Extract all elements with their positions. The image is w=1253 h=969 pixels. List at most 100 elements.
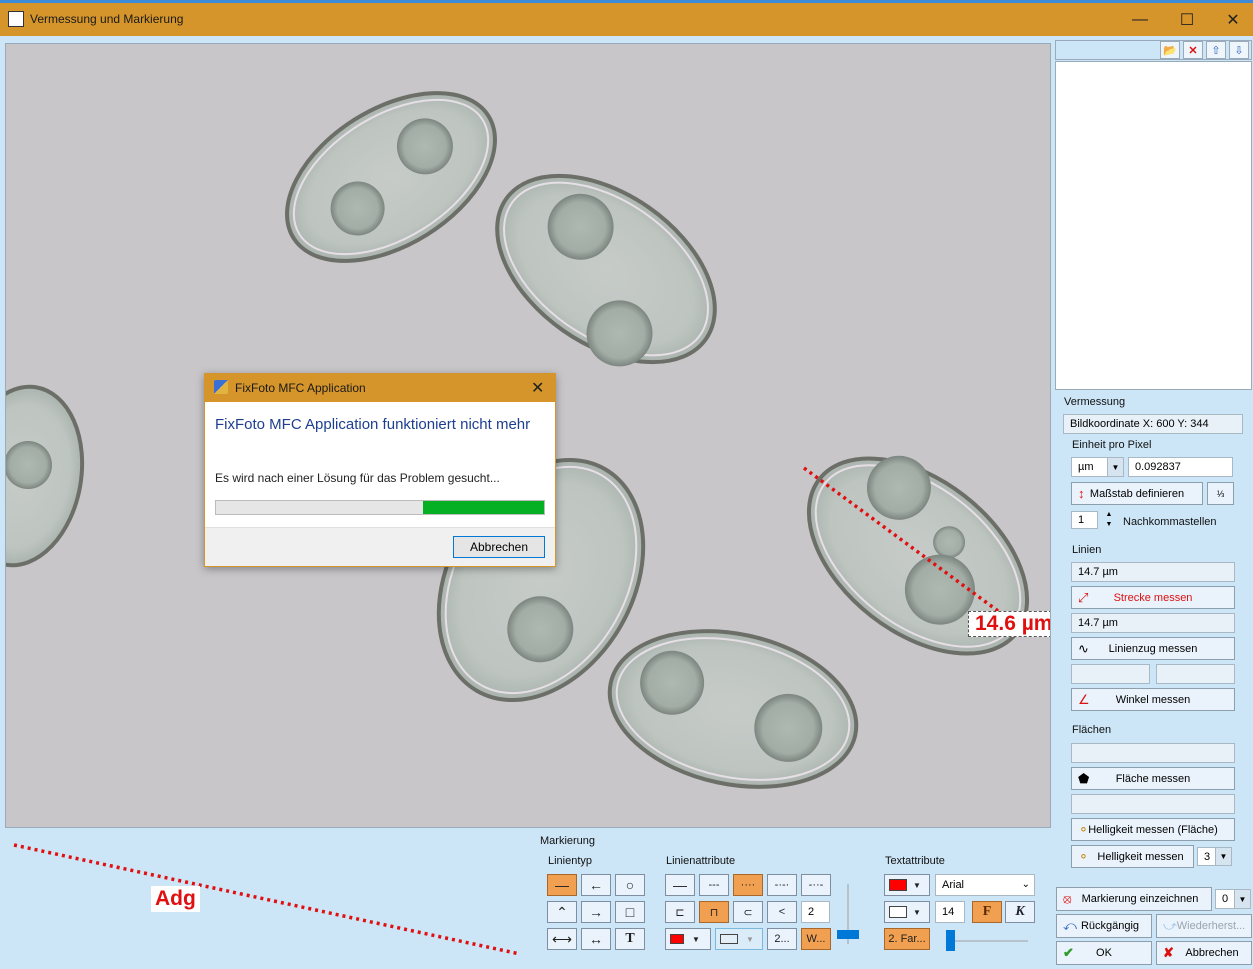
linien-section-label: Linien [1072,544,1102,556]
decimals-spinner[interactable]: ▲ ▼ [1103,510,1115,530]
measure-angle-button[interactable]: ∠ Winkel messen [1071,688,1235,711]
cross-icon: ✘ [1163,945,1174,960]
chevron-down-icon: ▼ [1107,458,1123,476]
text-slider-thumb[interactable] [946,930,955,951]
app-icon [8,11,24,27]
polyline-icon: ∿ [1078,641,1089,656]
line-tool-icon[interactable]: — [547,874,577,896]
window-title: Vermessung und Markierung [30,12,184,26]
solid-line-icon[interactable]: — [665,874,695,896]
define-scale-button[interactable]: ↕ Maßstab definieren [1071,482,1203,505]
error-dialog: FixFoto MFC Application ✕ FixFoto MFC Ap… [204,373,556,567]
line-color-picker[interactable]: ▼ [665,928,711,950]
polygon-icon: ⬟ [1078,771,1090,786]
title-bar: Vermessung und Markierung — ☐ ✕ [0,0,1253,36]
cap-flat-icon[interactable]: ⊏ [665,901,695,923]
bold-button[interactable]: F [972,901,1002,923]
redo-icon: ⤻ [1163,918,1177,933]
cap-round-icon[interactable]: ⊂ [733,901,763,923]
scale-icon: ↕ [1078,486,1085,501]
arrow-left-icon[interactable]: ← [581,874,611,896]
marking-mode-select[interactable]: 0 ▼ [1215,889,1251,909]
ok-button[interactable]: ✔ OK [1056,941,1152,965]
angle-readout-1 [1071,664,1150,684]
no-entry-icon: ⦻ [1063,891,1072,906]
dialog-cancel-button[interactable]: Abbrechen [453,536,545,558]
measure-brightness-area-button[interactable]: ⚬ Helligkeit messen (Fläche) [1071,818,1235,841]
maximize-button[interactable]: ☐ [1164,3,1210,36]
decimals-input[interactable]: 1 [1071,511,1098,529]
measure-area-button[interactable]: ⬟ Fläche messen [1071,767,1235,790]
width-button[interactable]: W... [801,928,831,950]
unit-select[interactable]: µm ▼ [1071,457,1124,477]
fill-color-picker[interactable]: ▼ [715,928,763,950]
close-button[interactable]: ✕ [1210,3,1253,36]
text-slider-track[interactable] [950,940,1028,942]
flaechen-section-label: Flächen [1072,724,1112,736]
brightness-size-select[interactable]: 3 ▼ [1197,847,1232,866]
measure-polyline-button[interactable]: ∿ Linienzug messen [1071,637,1235,660]
decimals-label: Nachkommastellen [1123,516,1217,528]
scale-settings-icon[interactable]: ⅓ [1207,482,1234,505]
area-readout [1071,743,1235,763]
font-size-input[interactable]: 14 [935,901,965,923]
dimension-line-icon[interactable]: ⟷ [547,928,577,950]
markierung-section-label: Markierung [540,835,596,847]
chevron-down-icon: ⌄ [1021,879,1030,890]
angle-icon: ∠ [1078,692,1090,707]
font-select[interactable]: Arial ⌄ [935,874,1035,896]
lineattr-label: Linienattribute [666,855,736,867]
chevron-down-icon: ▼ [913,880,921,890]
measure-line-button[interactable]: ⤢ Strecke messen [1071,586,1235,609]
vermessung-section-label: Vermessung [1064,396,1126,408]
polyline-length-readout: 14.7 µm [1071,613,1235,633]
undo-button[interactable]: ⤺ Rückgängig [1056,914,1152,938]
dashdotdot-line-icon[interactable]: -··- [801,874,831,896]
angle-tool-icon[interactable]: ⌃ [547,901,577,923]
app-icon [214,380,228,394]
rectangle-tool-icon[interactable]: □ [615,901,645,923]
folder-open-icon[interactable]: 📂 [1160,41,1180,59]
italic-button[interactable]: K [1005,901,1035,923]
annotation-label[interactable]: Adg [151,886,200,912]
redo-button[interactable]: ⤻ Wiederherst... [1156,914,1252,938]
dialog-close-button[interactable]: ✕ [531,378,544,398]
move-down-icon[interactable]: ⇩ [1229,41,1249,59]
draw-marking-button[interactable]: ⦻ Markierung einzeichnen [1056,887,1212,911]
arrow-right-icon[interactable]: → [581,901,611,923]
chevron-down-icon: ▼ [913,907,921,917]
line-width-input[interactable]: 2 [801,901,830,923]
chevron-down-icon: ▼ [692,934,700,944]
second-color-text-button[interactable]: 2. Far... [884,928,930,950]
dialog-title: FixFoto MFC Application [235,381,366,395]
delete-icon[interactable]: ✕ [1183,41,1203,59]
dashed-line-icon[interactable]: --- [699,874,729,896]
double-arrow-icon[interactable]: ↔ [581,928,611,950]
circle-tool-icon[interactable]: ○ [615,874,645,896]
unit-value-input[interactable]: 0.092837 [1128,457,1233,477]
lightbulb-icon: ⚬ [1078,822,1089,837]
annotation-overlay [13,843,521,956]
cap-arrow-icon[interactable]: < [767,901,797,923]
dashdot-line-icon[interactable]: -·-· [767,874,797,896]
chevron-down-icon: ▼ [746,934,754,944]
dialog-message: Es wird nach einer Lösung für das Proble… [215,471,500,485]
marker-list[interactable] [1055,61,1252,390]
text-bg-color-picker[interactable]: ▼ [884,901,930,923]
cap-square-icon[interactable]: ⊓ [699,901,729,923]
angle-readout-2 [1156,664,1235,684]
text-tool-icon[interactable]: T [615,928,645,950]
measurement-label[interactable]: 14.6 µm [968,611,1050,637]
move-up-icon[interactable]: ⇧ [1206,41,1226,59]
minimize-button[interactable]: — [1117,3,1163,36]
unit-label: Einheit pro Pixel [1072,439,1152,451]
second-color-button[interactable]: 2... [767,928,797,950]
text-color-picker[interactable]: ▼ [884,874,930,896]
opacity-slider-thumb[interactable] [837,930,859,939]
dotted-line-icon[interactable]: ···· [733,874,763,896]
linetype-label: Linientyp [548,855,593,867]
annotation-line [13,843,521,956]
lightbulb-icon: ⚬ [1078,849,1089,864]
cancel-button[interactable]: ✘ Abbrechen [1156,941,1252,965]
measure-brightness-button[interactable]: ⚬ Helligkeit messen [1071,845,1194,868]
